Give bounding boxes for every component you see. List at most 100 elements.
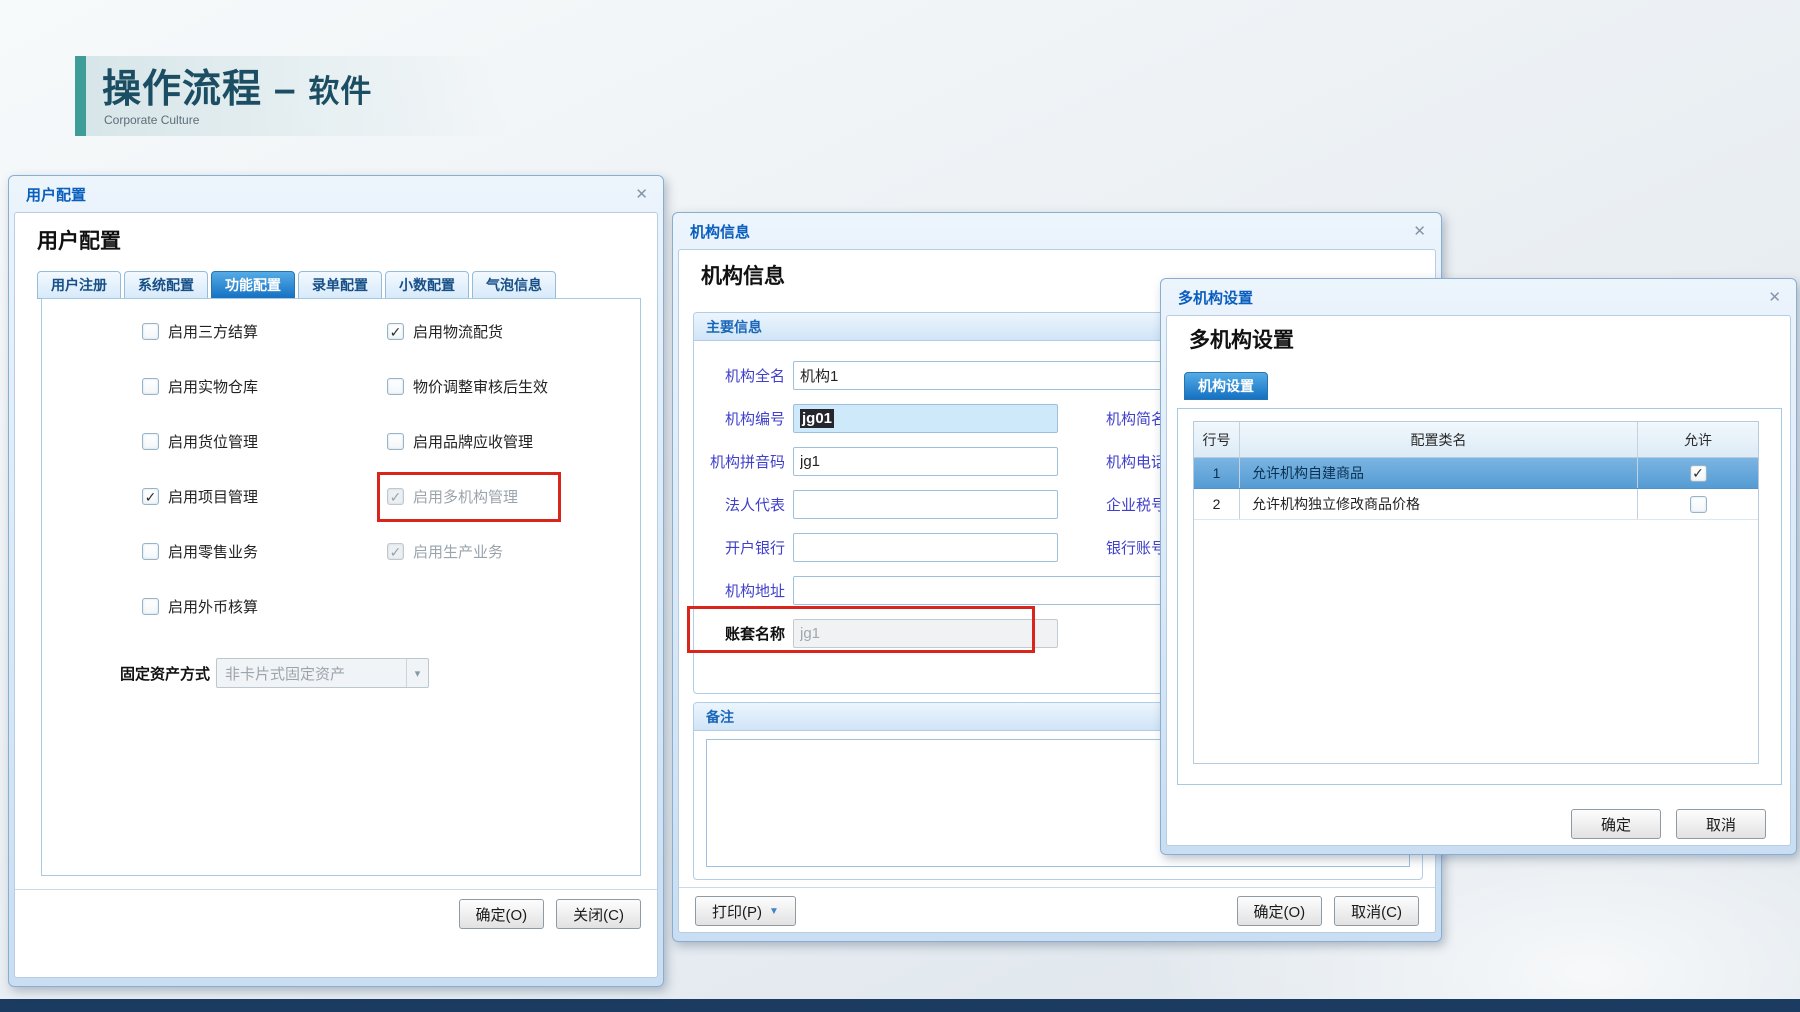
table-header-row: 行号 配置类名 允许 bbox=[1194, 422, 1758, 458]
option-label: 启用外币核算 bbox=[168, 596, 258, 617]
tab-system-config[interactable]: 系统配置 bbox=[124, 271, 208, 299]
option-multi-org-management: 启用多机构管理 bbox=[387, 486, 632, 507]
legal-person-input[interactable] bbox=[793, 490, 1058, 519]
multi-org-heading: 多机构设置 bbox=[1189, 324, 1294, 354]
option-bin-management[interactable]: 启用货位管理 bbox=[142, 431, 387, 452]
checkbox-row: 启用三方结算 启用物流配货 bbox=[42, 321, 640, 376]
org-info-titlebar[interactable]: 机构信息 ✕ bbox=[678, 213, 1436, 249]
cancel-button[interactable]: 取消(C) bbox=[1334, 896, 1419, 926]
option-logistics-distribution[interactable]: 启用物流配货 bbox=[387, 321, 632, 342]
allow-cell bbox=[1638, 489, 1758, 519]
option-label: 启用多机构管理 bbox=[413, 486, 518, 507]
column-header-row-no: 行号 bbox=[1194, 422, 1240, 457]
tab-decimal-config[interactable]: 小数配置 bbox=[385, 271, 469, 299]
checkbox-icon[interactable] bbox=[387, 378, 404, 395]
checkbox-icon[interactable] bbox=[1690, 496, 1707, 513]
slide-canvas: 操作流程 – 软件 Corporate Culture 用户配置 ✕ 用户配置 … bbox=[0, 0, 1800, 1012]
org-phone-label: 机构电话 bbox=[1081, 451, 1166, 472]
option-retail-business[interactable]: 启用零售业务 bbox=[142, 541, 387, 562]
option-third-party-settlement[interactable]: 启用三方结算 bbox=[142, 321, 387, 342]
function-config-panel: 启用三方结算 启用物流配货 启用实物仓库 物价调整审核后生效 bbox=[41, 298, 641, 876]
fixed-asset-value: 非卡片式固定资产 bbox=[225, 663, 345, 684]
checkbox-row: 启用外币核算 bbox=[42, 596, 640, 651]
tab-org-settings[interactable]: 机构设置 bbox=[1184, 372, 1268, 400]
option-label: 启用品牌应收管理 bbox=[413, 431, 533, 452]
close-icon[interactable]: ✕ bbox=[1768, 290, 1781, 305]
close-button[interactable]: 关闭(C) bbox=[556, 899, 641, 929]
tax-number-label: 企业税号 bbox=[1081, 494, 1166, 515]
ok-button[interactable]: 确定(O) bbox=[459, 899, 545, 929]
multi-org-titlebar[interactable]: 多机构设置 ✕ bbox=[1166, 279, 1791, 315]
option-brand-receivable[interactable]: 启用品牌应收管理 bbox=[387, 431, 632, 452]
ok-button[interactable]: 确定(O) bbox=[1237, 896, 1323, 926]
user-config-tabbar: 用户注册 系统配置 功能配置 录单配置 小数配置 气泡信息 bbox=[37, 271, 556, 299]
org-info-footer: 打印(P)▼ 确定(O) 取消(C) bbox=[679, 887, 1435, 926]
fixed-asset-row: 固定资产方式 非卡片式固定资产 ▾ bbox=[42, 658, 640, 688]
table-row[interactable]: 1 允许机构自建商品 bbox=[1194, 458, 1758, 489]
option-label: 启用生产业务 bbox=[413, 541, 503, 562]
checkbox-icon bbox=[387, 488, 404, 505]
ok-button[interactable]: 确定 bbox=[1571, 809, 1661, 839]
checkbox-icon[interactable] bbox=[142, 488, 159, 505]
org-address-label: 机构地址 bbox=[700, 580, 785, 601]
org-short-name-label: 机构简名 bbox=[1081, 408, 1166, 429]
page-subtitle: Corporate Culture bbox=[104, 113, 199, 127]
option-physical-warehouse[interactable]: 启用实物仓库 bbox=[142, 376, 387, 397]
user-config-body: 用户配置 用户注册 系统配置 功能配置 录单配置 小数配置 气泡信息 启用三方结… bbox=[14, 212, 658, 978]
legal-person-label: 法人代表 bbox=[700, 494, 785, 515]
org-address-input[interactable] bbox=[793, 576, 1213, 605]
close-icon[interactable]: ✕ bbox=[635, 187, 648, 202]
multi-org-window-title: 多机构设置 bbox=[1178, 287, 1253, 308]
page-title: 操作流程 – 软件 bbox=[102, 58, 372, 114]
bank-label: 开户银行 bbox=[700, 537, 785, 558]
org-pinyin-label: 机构拼音码 bbox=[700, 451, 785, 472]
fixed-asset-select: 非卡片式固定资产 ▾ bbox=[216, 658, 429, 688]
selected-text: jg01 bbox=[800, 409, 834, 428]
bank-input[interactable] bbox=[793, 533, 1058, 562]
account-set-label: 账套名称 bbox=[700, 623, 785, 644]
checkbox-icon[interactable] bbox=[142, 598, 159, 615]
print-dropdown-arrow-icon: ▼ bbox=[769, 906, 779, 917]
page-title-sub: 软件 bbox=[308, 74, 372, 109]
fixed-asset-label: 固定资产方式 bbox=[120, 663, 210, 684]
checkbox-icon[interactable] bbox=[387, 433, 404, 450]
checkbox-icon[interactable] bbox=[142, 378, 159, 395]
org-info-window-title: 机构信息 bbox=[690, 221, 750, 242]
org-code-input[interactable]: jg01 bbox=[793, 404, 1058, 433]
print-button[interactable]: 打印(P)▼ bbox=[695, 896, 796, 926]
checkbox-row: 启用货位管理 启用品牌应收管理 bbox=[42, 431, 640, 486]
org-full-name-input[interactable] bbox=[793, 361, 1213, 390]
checkbox-icon[interactable] bbox=[142, 543, 159, 560]
config-name-cell: 允许机构独立修改商品价格 bbox=[1240, 489, 1638, 519]
table-row[interactable]: 2 允许机构独立修改商品价格 bbox=[1194, 489, 1758, 520]
option-production-business: 启用生产业务 bbox=[387, 541, 632, 562]
tab-function-config[interactable]: 功能配置 bbox=[211, 271, 295, 299]
org-code-label: 机构编号 bbox=[700, 408, 785, 429]
org-full-name-label: 机构全名 bbox=[700, 365, 785, 386]
checkbox-icon[interactable] bbox=[142, 433, 159, 450]
option-foreign-currency[interactable]: 启用外币核算 bbox=[142, 596, 387, 617]
tab-entry-config[interactable]: 录单配置 bbox=[298, 271, 382, 299]
checkbox-icon[interactable] bbox=[387, 323, 404, 340]
tab-user-register[interactable]: 用户注册 bbox=[37, 271, 121, 299]
user-config-titlebar[interactable]: 用户配置 ✕ bbox=[14, 176, 658, 212]
bank-account-label: 银行账号 bbox=[1081, 537, 1166, 558]
org-settings-panel: 行号 配置类名 允许 1 允许机构自建商品 2 允许机构独立修改商品价格 bbox=[1177, 408, 1782, 785]
user-config-footer: 确定(O) 关闭(C) bbox=[15, 889, 657, 929]
close-icon[interactable]: ✕ bbox=[1413, 224, 1426, 239]
checkbox-icon bbox=[387, 543, 404, 560]
tab-bubble-info[interactable]: 气泡信息 bbox=[472, 271, 556, 299]
org-info-heading: 机构信息 bbox=[701, 260, 785, 290]
checkbox-icon[interactable] bbox=[142, 323, 159, 340]
slide-bottom-bar bbox=[0, 999, 1800, 1012]
checkbox-icon[interactable] bbox=[1690, 465, 1707, 482]
org-pinyin-input[interactable] bbox=[793, 447, 1058, 476]
multi-org-body: 多机构设置 机构设置 行号 配置类名 允许 1 允许机构自建商品 bbox=[1166, 315, 1791, 846]
multi-org-window: 多机构设置 ✕ 多机构设置 机构设置 行号 配置类名 允许 1 允许机构自建商品 bbox=[1160, 278, 1797, 855]
option-label: 启用货位管理 bbox=[168, 431, 258, 452]
option-price-adjust-audit[interactable]: 物价调整审核后生效 bbox=[387, 376, 632, 397]
cancel-button[interactable]: 取消 bbox=[1676, 809, 1766, 839]
option-project-management[interactable]: 启用项目管理 bbox=[142, 486, 387, 507]
config-name-cell: 允许机构自建商品 bbox=[1240, 458, 1638, 488]
checkbox-row: 启用项目管理 启用多机构管理 bbox=[42, 486, 640, 541]
